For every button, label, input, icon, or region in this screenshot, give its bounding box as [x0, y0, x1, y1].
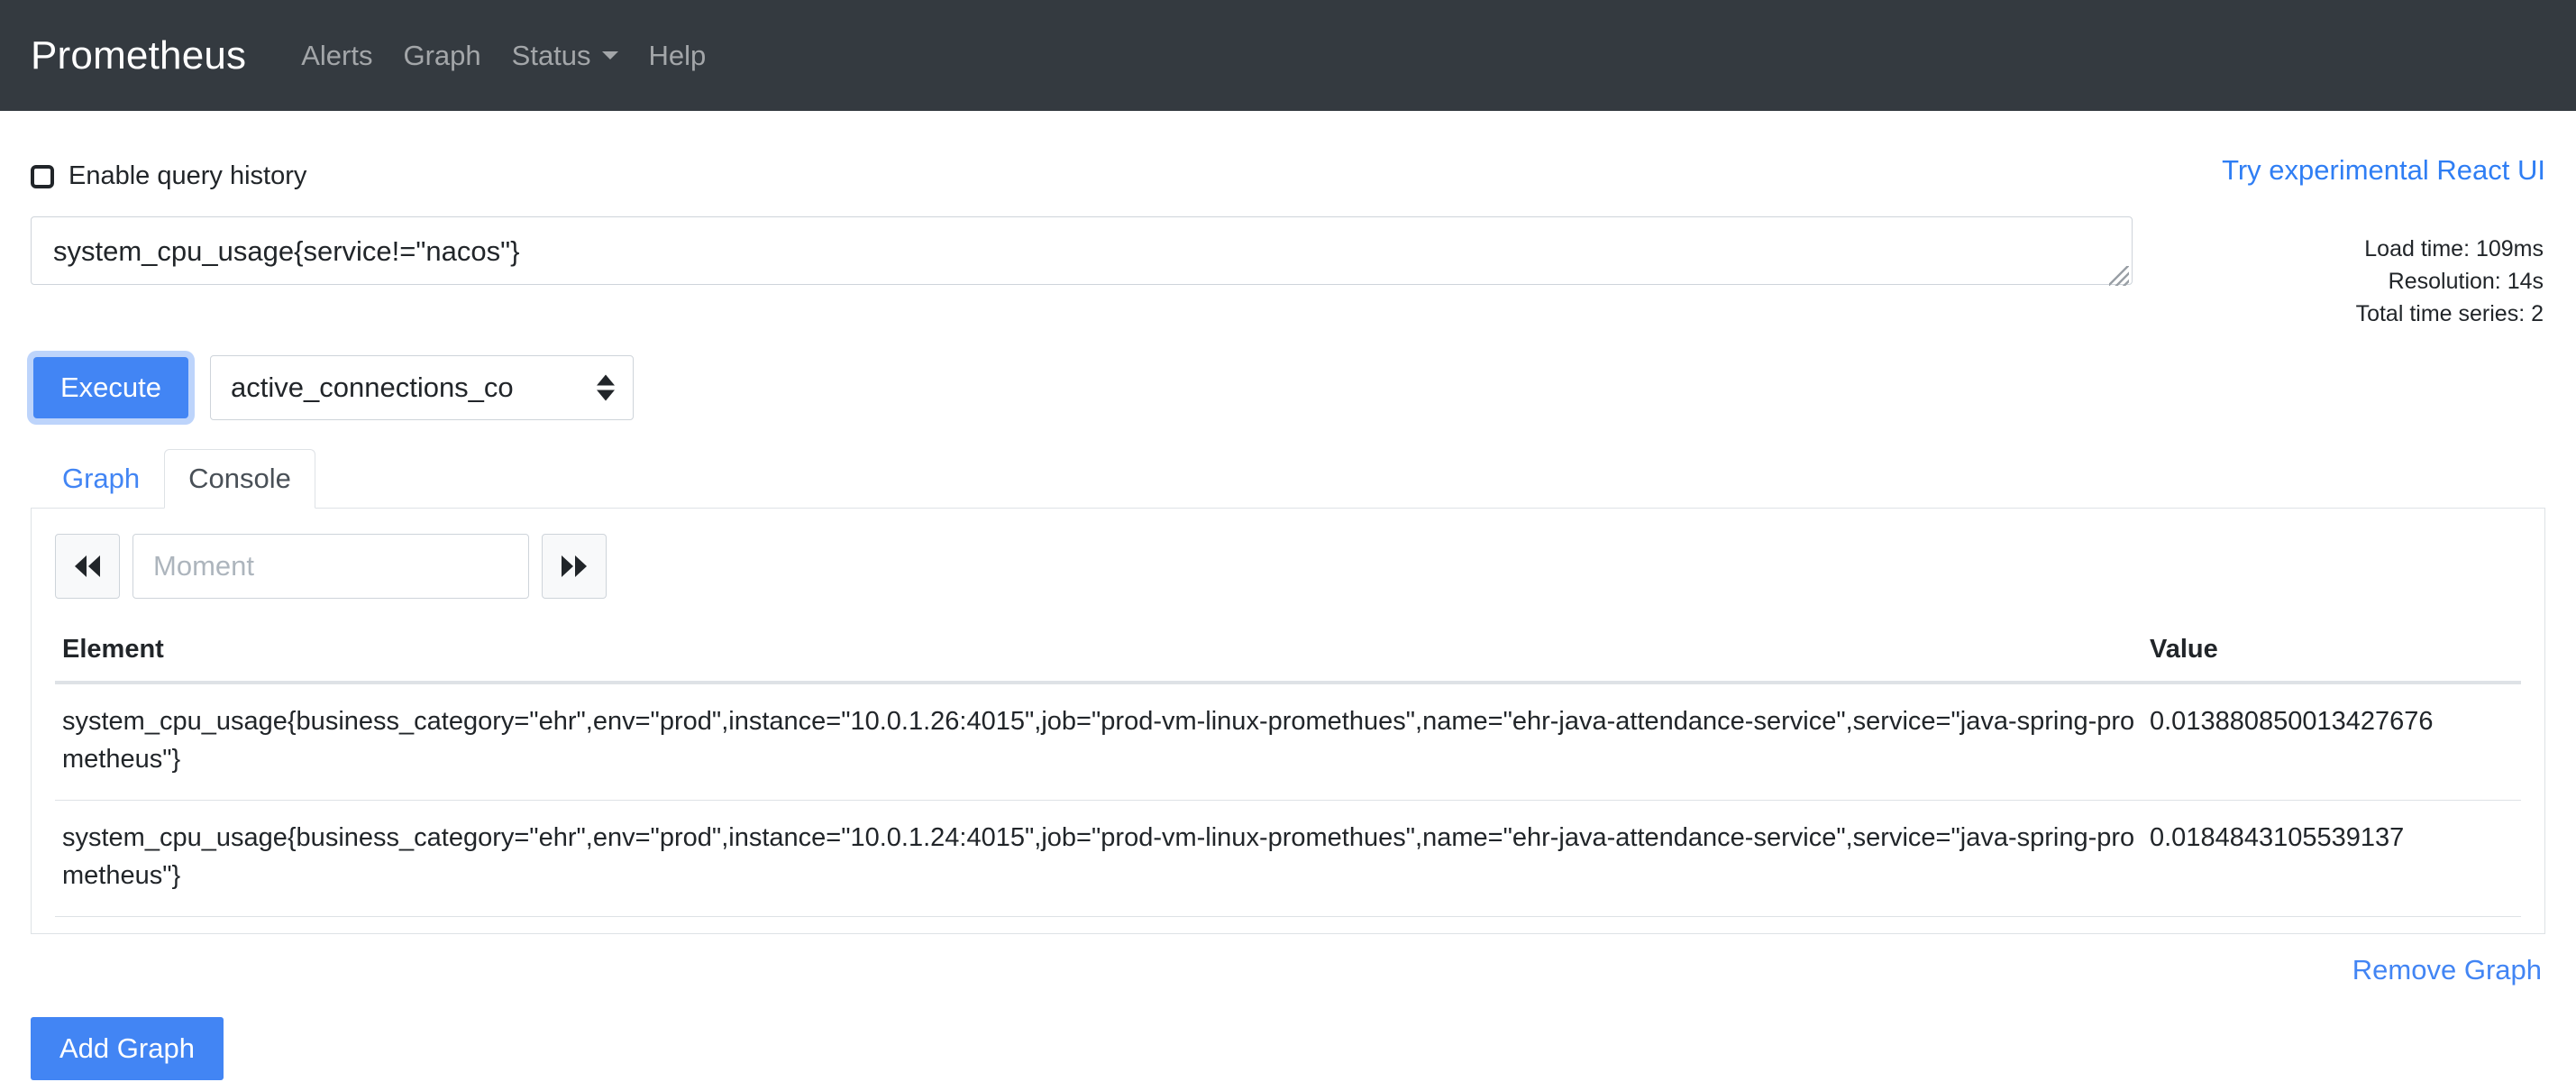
add-graph-button[interactable]: Add Graph [31, 1017, 224, 1080]
execute-row: Execute active_connections_co [31, 355, 2545, 420]
chevron-down-icon [601, 51, 618, 60]
query-history-row: Enable query history [31, 111, 306, 191]
remove-graph-link[interactable]: Remove Graph [2352, 954, 2542, 986]
nav-item-status-label: Status [511, 39, 591, 71]
query-expression-input[interactable] [31, 216, 2133, 285]
query-input-wrap [31, 216, 2133, 289]
table-row: system_cpu_usage{business_category="ehr"… [55, 800, 2521, 917]
execute-button[interactable]: Execute [33, 357, 189, 418]
select-spinner-icon [597, 374, 616, 401]
nav-item-alerts[interactable]: Alerts [286, 40, 388, 72]
tab-graph[interactable]: Graph [38, 449, 164, 509]
resolution-stat: Resolution: 14s [2388, 269, 2544, 294]
row-element-label: system_cpu_usage{business_category="ehr"… [55, 683, 2142, 801]
nav-item-help[interactable]: Help [634, 40, 722, 72]
query-stats: Load time: 109ms Resolution: 14s Total t… [2165, 216, 2544, 330]
metric-select-value: active_connections_co [231, 371, 514, 403]
table-row: system_cpu_usage{business_category="ehr"… [55, 683, 2521, 801]
double-chevron-right-icon[interactable] [542, 534, 607, 599]
brand-logo[interactable]: Prometheus [31, 33, 246, 78]
results-table-head: Element Value [55, 626, 2521, 684]
metric-select[interactable]: active_connections_co [210, 355, 635, 420]
row-value: 0.0184843105539137 [2142, 800, 2521, 917]
row-element-label: system_cpu_usage{business_category="ehr"… [55, 800, 2142, 917]
nav-links: Alerts Graph Status Help [286, 40, 721, 72]
try-react-ui-link[interactable]: Try experimental React UI [2222, 111, 2545, 187]
tab-console[interactable]: Console [164, 449, 315, 509]
table-header-row: Element Value [55, 626, 2521, 684]
enable-query-history-label: Enable query history [69, 161, 307, 190]
results-table-body: system_cpu_usage{business_category="ehr"… [55, 683, 2521, 917]
moment-input[interactable] [132, 534, 529, 599]
console-panel: Element Value system_cpu_usage{business_… [31, 508, 2545, 934]
total-time-series-stat: Total time series: 2 [2355, 301, 2544, 326]
remove-graph-row: Remove Graph [31, 934, 2545, 986]
double-chevron-left-icon[interactable] [55, 534, 120, 599]
moment-row [55, 534, 2521, 599]
top-row: Enable query history Try experimental Re… [31, 111, 2545, 191]
enable-query-history-checkbox[interactable] [31, 164, 54, 188]
navbar: Prometheus Alerts Graph Status Help [0, 0, 2576, 111]
load-time-stat: Load time: 109ms [2364, 236, 2544, 261]
tab-bar: Graph Console [31, 449, 2545, 509]
page-body: Enable query history Try experimental Re… [0, 111, 2576, 1080]
column-header-value: Value [2142, 626, 2521, 684]
row-value: 0.013880850013427676 [2142, 683, 2521, 801]
query-row: Load time: 109ms Resolution: 14s Total t… [31, 216, 2545, 330]
column-header-element: Element [55, 626, 2142, 684]
results-table: Element Value system_cpu_usage{business_… [55, 626, 2521, 917]
nav-item-graph[interactable]: Graph [388, 40, 496, 72]
nav-item-status[interactable]: Status [497, 40, 634, 72]
